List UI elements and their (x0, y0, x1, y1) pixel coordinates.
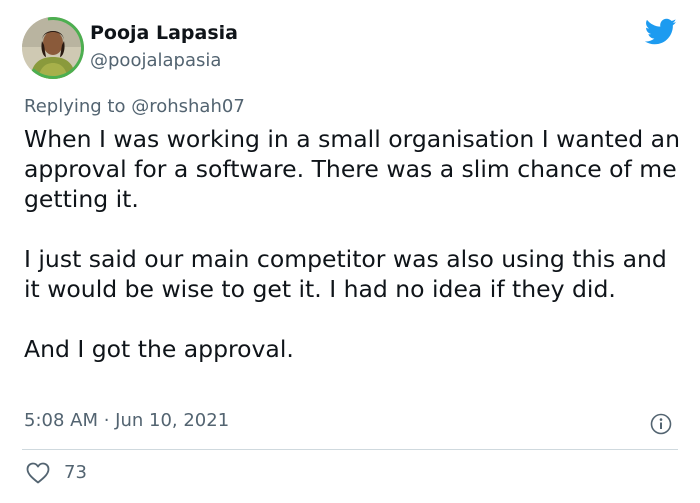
info-icon[interactable] (650, 413, 672, 435)
author-handle[interactable]: @poojalapasia (90, 50, 221, 71)
like-count: 73 (64, 462, 87, 483)
twitter-bird-icon[interactable] (644, 18, 677, 46)
divider (22, 449, 678, 450)
tweet-card: Pooja Lapasia @poojalapasia Replying to … (0, 0, 700, 503)
replying-to-label: Replying to (24, 96, 126, 117)
tweet-paragraph-1: When I was working in a small organisati… (24, 125, 680, 213)
avatar[interactable] (22, 17, 84, 79)
replying-to-line: Replying to @rohshah07 (24, 96, 245, 117)
tweet-timestamp[interactable]: 5:08 AM · Jun 10, 2021 (24, 410, 229, 431)
tweet-paragraph-3: And I got the approval. (24, 335, 294, 363)
tweet-text: When I was working in a small organisati… (24, 124, 684, 364)
tweet-paragraph-2: I just said our main competitor was also… (24, 245, 667, 303)
heart-icon[interactable] (26, 462, 50, 484)
reply-mention-link[interactable]: @rohshah07 (131, 96, 245, 117)
author-name[interactable]: Pooja Lapasia (90, 22, 238, 44)
